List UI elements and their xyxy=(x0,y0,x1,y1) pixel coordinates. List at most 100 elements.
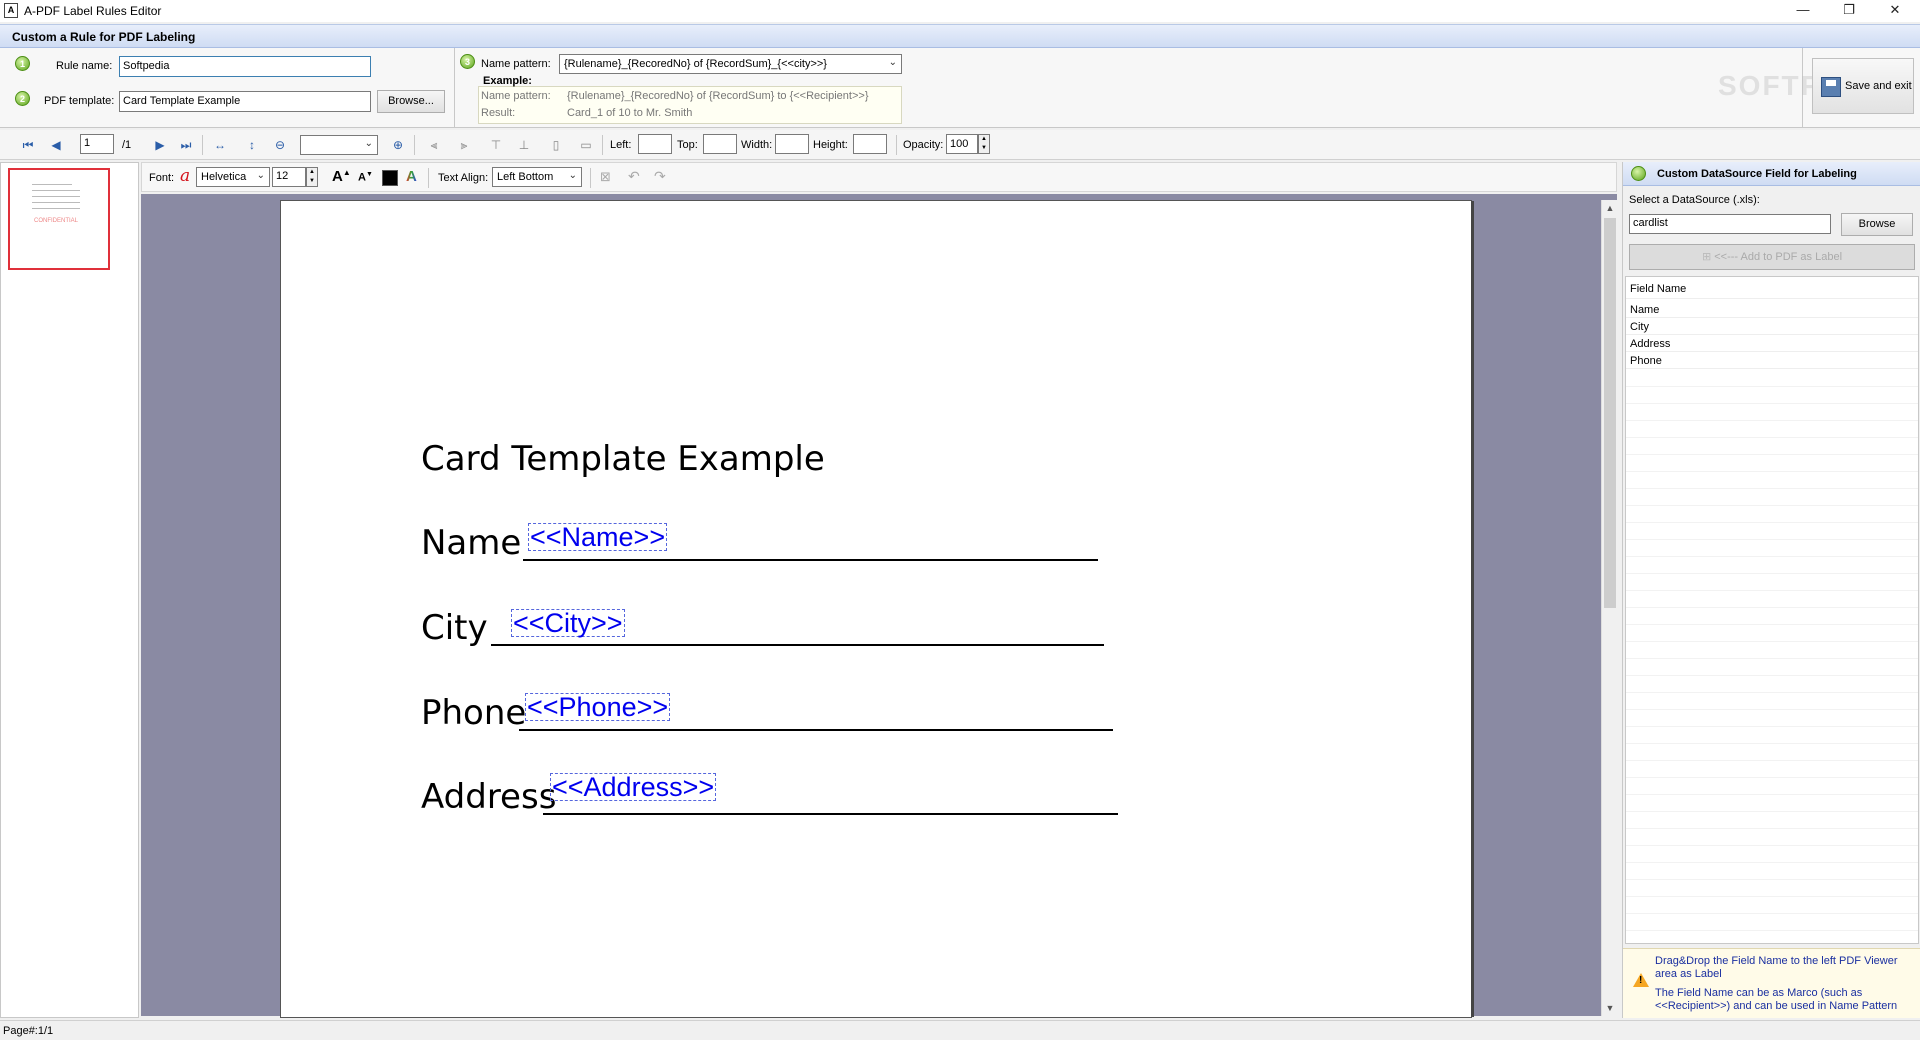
city-field-label[interactable]: <<City>> xyxy=(511,609,625,637)
zoom-in-icon[interactable]: ⊕ xyxy=(390,137,406,153)
font-color-swatch[interactable] xyxy=(382,170,398,186)
list-gridline xyxy=(1626,454,1918,455)
viewer-scrollbar[interactable]: ▲ ▼ xyxy=(1601,200,1617,1016)
align-bottom-icon[interactable]: ⊥ xyxy=(516,137,532,153)
align-right-icon[interactable]: ⫸ xyxy=(456,137,472,153)
scrollbar-thumb[interactable] xyxy=(1604,218,1616,608)
name-field-label[interactable]: <<Name>> xyxy=(528,523,668,551)
step-1-icon: 1 xyxy=(15,56,30,71)
pdf-template-browse-button[interactable]: Browse... xyxy=(377,90,445,113)
font-size-input[interactable]: 12 xyxy=(272,167,306,187)
list-gridline xyxy=(1626,930,1918,931)
height-input[interactable] xyxy=(853,134,887,154)
chevron-down-icon: ⌄ xyxy=(568,170,577,181)
add-to-pdf-button[interactable]: ⊞ <<--- Add to PDF as Label xyxy=(1629,244,1915,270)
opacity-input[interactable]: 100 xyxy=(946,134,978,154)
opacity-label: Opacity: xyxy=(903,139,944,151)
list-gridline xyxy=(1626,505,1918,506)
list-gridline xyxy=(1626,420,1918,421)
same-height-icon[interactable]: ▯ xyxy=(548,137,564,153)
datasource-browse-button[interactable]: Browse xyxy=(1841,213,1913,236)
list-gridline xyxy=(1626,573,1918,574)
font-icon: a xyxy=(180,166,191,186)
text-align-combo[interactable]: Left Bottom ⌄ xyxy=(492,167,582,187)
font-size-spinner[interactable]: ▲ ▼ xyxy=(306,167,318,187)
first-page-icon[interactable]: ⏮ xyxy=(20,137,36,153)
list-gridline xyxy=(1626,522,1918,523)
main-toolbar: ⏮ ◀ 1 /1 ▶ ⏭ ↔ ↕ ⊖ ⌄ ⊕ ⫷ ⫸ ⊤ ⊥ ▯ ▭ Left:… xyxy=(0,130,1920,160)
pdf-page[interactable]: Card Template Example Name <<Name>> City… xyxy=(281,201,1471,1017)
previous-page-icon[interactable]: ◀ xyxy=(48,137,64,153)
chevron-down-icon: ⌄ xyxy=(364,138,373,149)
top-label: Top: xyxy=(677,139,698,151)
datasource-panel-title: Custom DataSource Field for Labeling xyxy=(1657,168,1857,180)
step-3-icon: 3 xyxy=(460,54,475,69)
page-number-input[interactable]: 1 xyxy=(80,134,114,154)
minimize-button[interactable]: — xyxy=(1780,0,1826,22)
fit-height-icon[interactable]: ↕ xyxy=(244,137,260,153)
page-total: /1 xyxy=(122,139,132,151)
list-item[interactable]: City xyxy=(1626,318,1918,335)
width-input[interactable] xyxy=(775,134,809,154)
datasource-input[interactable]: cardlist xyxy=(1629,214,1831,234)
name-underline xyxy=(523,559,1098,561)
delete-label-icon[interactable]: ⊠ xyxy=(600,169,611,185)
next-page-icon[interactable]: ▶ xyxy=(152,137,168,153)
save-exit-button[interactable]: Save and exit xyxy=(1812,58,1914,114)
zoom-combo[interactable]: ⌄ xyxy=(300,135,378,155)
scroll-down-icon[interactable]: ▼ xyxy=(1602,1000,1618,1016)
phone-row-label: Phone xyxy=(421,693,527,733)
title-bar: A A-PDF Label Rules Editor — ❐ ✕ xyxy=(0,0,1920,22)
restore-button[interactable]: ❐ xyxy=(1826,0,1872,22)
tip-line-4: <<Recipient>>) and can be used in Name P… xyxy=(1655,1000,1898,1012)
separator xyxy=(202,135,203,155)
page-thumbnail[interactable]: CONFIDENTIAL xyxy=(8,168,110,270)
zoom-out-icon[interactable]: ⊖ xyxy=(272,137,288,153)
fit-width-icon[interactable]: ↔ xyxy=(212,137,228,153)
width-label: Width: xyxy=(741,139,773,151)
redo-icon[interactable]: ↷ xyxy=(654,168,666,185)
rule-name-input[interactable]: Softpedia xyxy=(119,56,371,77)
list-gridline xyxy=(1626,675,1918,676)
floppy-disk-icon xyxy=(1821,77,1841,97)
align-top-icon[interactable]: ⊤ xyxy=(488,137,504,153)
phone-underline xyxy=(519,729,1113,731)
height-label: Height: xyxy=(813,139,848,151)
font-combo[interactable]: Helvetica ⌄ xyxy=(196,167,270,187)
left-input[interactable] xyxy=(638,134,672,154)
list-gridline xyxy=(1626,471,1918,472)
name-pattern-label: Name pattern: xyxy=(481,58,551,70)
section-header: Custom a Rule for PDF Labeling xyxy=(0,24,1920,48)
list-gridline xyxy=(1626,641,1918,642)
close-button[interactable]: ✕ xyxy=(1872,0,1918,22)
last-page-icon[interactable]: ⏭ xyxy=(178,137,194,153)
list-gridline xyxy=(1626,488,1918,489)
list-item[interactable]: Name xyxy=(1626,301,1918,318)
scroll-up-icon[interactable]: ▲ xyxy=(1602,200,1618,216)
divider xyxy=(454,48,455,128)
same-width-icon[interactable]: ▭ xyxy=(578,137,594,153)
list-item[interactable]: Phone xyxy=(1626,352,1918,369)
top-input[interactable] xyxy=(703,134,737,154)
chevron-down-icon: ⌄ xyxy=(888,57,897,68)
undo-icon[interactable]: ↶ xyxy=(628,168,640,185)
list-gridline xyxy=(1626,539,1918,540)
address-field-label[interactable]: <<Address>> xyxy=(550,773,717,801)
text-color-icon[interactable]: A xyxy=(406,168,417,185)
font-shrink-icon[interactable]: A▼ xyxy=(358,171,373,184)
opacity-spinner[interactable]: ▲ ▼ xyxy=(978,134,990,154)
align-left-icon[interactable]: ⫷ xyxy=(426,137,442,153)
name-pattern-combo[interactable]: {Rulename}_{RecoredNo} of {RecordSum}_{<… xyxy=(559,54,902,74)
text-align-value: Left Bottom xyxy=(497,171,554,183)
list-gridline xyxy=(1626,709,1918,710)
pdf-template-input[interactable]: Card Template Example xyxy=(119,91,371,112)
list-gridline xyxy=(1626,777,1918,778)
list-item[interactable]: Address xyxy=(1626,335,1918,352)
name-row-label: Name xyxy=(421,523,522,563)
font-grow-icon[interactable]: A▲ xyxy=(332,168,351,185)
phone-field-label[interactable]: <<Phone>> xyxy=(525,693,671,721)
thumbnail-stamp: CONFIDENTIAL xyxy=(34,218,79,224)
list-gridline xyxy=(1626,760,1918,761)
example-title: Example: xyxy=(483,75,532,87)
list-gridline xyxy=(1626,624,1918,625)
